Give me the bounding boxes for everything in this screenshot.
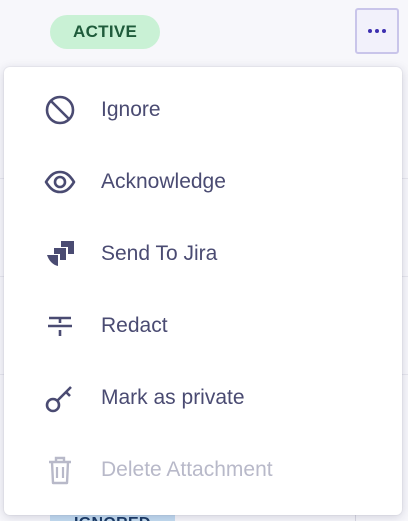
strikethrough-icon: [44, 310, 76, 342]
menu-item-label: Delete Attachment: [101, 458, 273, 481]
menu-item-label: Acknowledge: [101, 170, 226, 193]
menu-item-send-to-jira[interactable]: Send To Jira: [4, 218, 402, 290]
menu-item-acknowledge[interactable]: Acknowledge: [4, 146, 402, 218]
jira-icon: [44, 238, 76, 270]
actions-dropdown-menu: Ignore Acknowledge Send To Jira Redact M…: [4, 67, 402, 515]
menu-item-label: Mark as private: [101, 386, 245, 409]
ban-icon: [44, 94, 76, 126]
eye-icon: [44, 166, 76, 198]
status-badge: ACTIVE: [50, 15, 161, 49]
trash-icon: [44, 454, 76, 486]
menu-item-mark-as-private[interactable]: Mark as private: [4, 362, 402, 434]
more-actions-button[interactable]: [355, 8, 399, 54]
menu-item-delete-attachment: Delete Attachment: [4, 434, 402, 506]
screen: ACTIVE IGNORED Ignore Acknowledg: [0, 0, 408, 521]
ellipsis-icon: [368, 29, 386, 33]
menu-item-label: Ignore: [101, 98, 161, 121]
menu-item-label: Send To Jira: [101, 242, 218, 265]
menu-item-label: Redact: [101, 314, 168, 337]
menu-item-ignore[interactable]: Ignore: [4, 74, 402, 146]
key-icon: [44, 382, 76, 414]
menu-item-redact[interactable]: Redact: [4, 290, 402, 362]
